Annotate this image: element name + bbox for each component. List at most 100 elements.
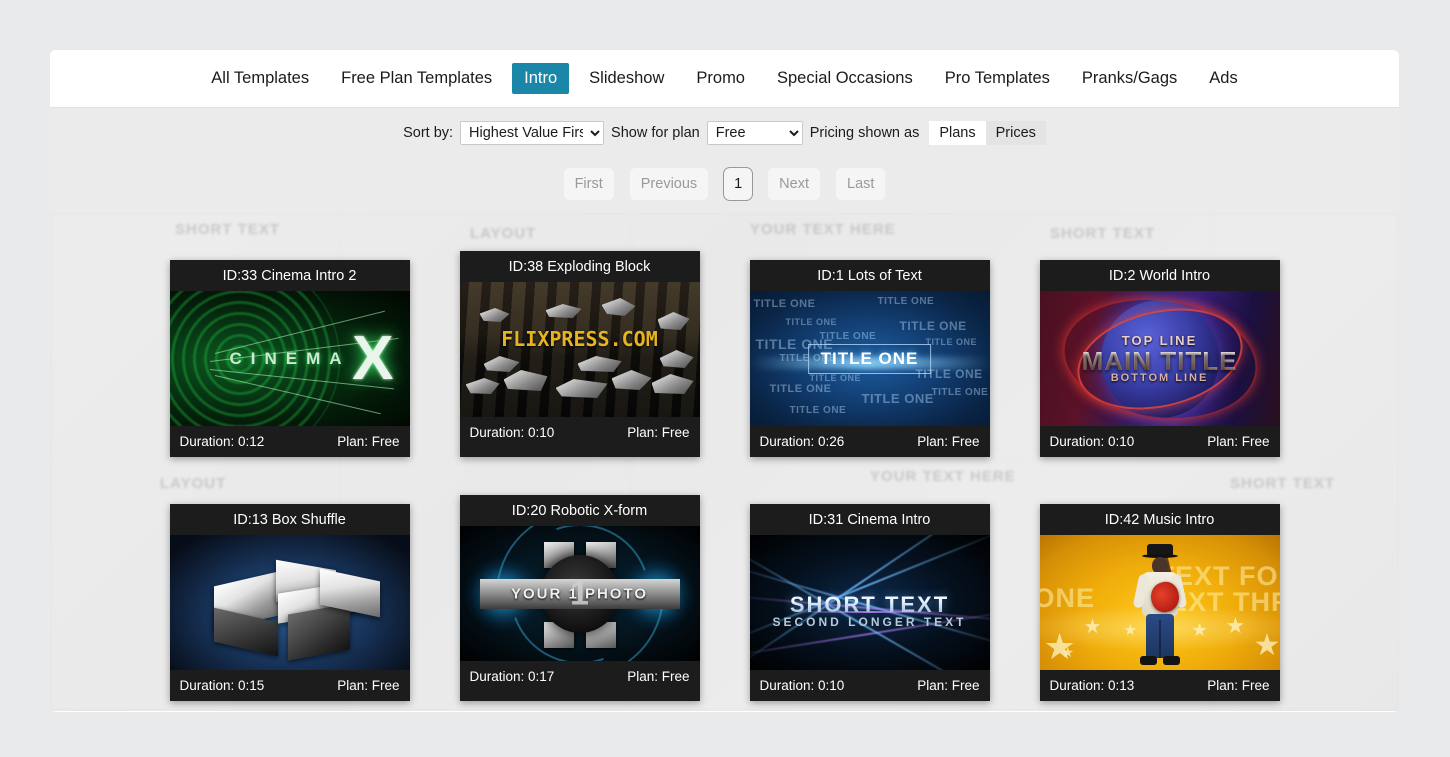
- thumb-text: ONE: [1039, 583, 1096, 613]
- template-card[interactable]: ID:13 Box Shuffle Duration: 0:15 Plan: F…: [169, 504, 410, 701]
- thumb-text: X: [352, 323, 394, 393]
- template-card-footer: Duration: 0:26 Plan: Free: [749, 426, 990, 457]
- thumb-text: TITLE ONE: [899, 319, 967, 333]
- template-duration: Duration: 0:13: [1049, 678, 1135, 693]
- pagination-last-button[interactable]: Last: [835, 167, 887, 201]
- show-for-plan-label: Show for plan: [611, 124, 700, 141]
- nav-item-all-templates[interactable]: All Templates: [199, 63, 321, 95]
- template-duration: Duration: 0:26: [759, 434, 845, 449]
- templates-panel: All Templates Free Plan Templates Intro …: [50, 50, 1399, 712]
- template-card-title: ID:33 Cinema Intro 2: [169, 260, 410, 291]
- thumb-text: TITLE ONE: [861, 391, 934, 406]
- template-results-area: SHORT TEXT LAYOUT YOUR TEXT HERE SHORT T…: [50, 213, 1399, 711]
- template-card-footer: Duration: 0:10 Plan: Free: [749, 670, 990, 701]
- thumb-text: TITLE ONE: [931, 387, 989, 398]
- thumb-text: TITLE ONE: [785, 317, 837, 327]
- template-plan: Plan: Free: [917, 678, 980, 693]
- sort-by-select[interactable]: Highest Value First: [460, 120, 605, 145]
- sort-by-label: Sort by:: [403, 124, 454, 141]
- pricing-plans-button[interactable]: Plans: [929, 120, 986, 145]
- template-card-title: ID:20 Robotic X-form: [459, 495, 700, 526]
- thumb-text: TITLE ONE: [769, 383, 832, 395]
- thumb-text: CINEMA: [229, 348, 351, 368]
- star-icon: ★: [1225, 613, 1246, 638]
- nav-item-ads[interactable]: Ads: [1197, 63, 1249, 95]
- template-card-footer: Duration: 0:12 Plan: Free: [169, 426, 410, 457]
- template-card-title: ID:42 Music Intro: [1039, 504, 1280, 535]
- template-card-footer: Duration: 0:10 Plan: Free: [459, 417, 700, 448]
- filter-controls-bar: Sort by: Highest Value First Show for pl…: [50, 107, 1399, 213]
- template-thumbnail[interactable]: FLIXPRESS.COM: [459, 282, 700, 417]
- template-duration: Duration: 0:17: [469, 669, 555, 684]
- template-duration: Duration: 0:10: [469, 425, 555, 440]
- template-card[interactable]: ID:1 Lots of Text TITLE ONE TITLE ONE TI…: [749, 260, 990, 457]
- template-card[interactable]: ID:33 Cinema Intro 2 CINEMA X Duration: …: [169, 260, 410, 457]
- template-card-title: ID:2 World Intro: [1039, 260, 1280, 291]
- pricing-shown-as-label: Pricing shown as: [809, 124, 920, 141]
- template-plan: Plan: Free: [917, 434, 980, 449]
- template-card[interactable]: ID:20 Robotic X-form 1 YOUR 1 PHOTO Dura…: [459, 495, 700, 701]
- template-duration: Duration: 0:10: [759, 678, 845, 693]
- nav-item-pro-templates[interactable]: Pro Templates: [933, 63, 1062, 95]
- template-plan: Plan: Free: [337, 434, 400, 449]
- star-icon: ★: [1191, 620, 1208, 640]
- nav-item-special-occasions[interactable]: Special Occasions: [765, 63, 925, 95]
- thumb-text: TITLE ONE: [925, 337, 977, 347]
- nav-item-intro[interactable]: Intro: [512, 62, 570, 95]
- template-card-title: ID:1 Lots of Text: [749, 260, 990, 291]
- template-card[interactable]: ID:31 Cinema Intro SHORT TEXT SECOND LON…: [749, 504, 990, 701]
- template-card-footer: Duration: 0:10 Plan: Free: [1039, 426, 1280, 457]
- template-card-footer: Duration: 0:13 Plan: Free: [1039, 670, 1280, 701]
- nav-item-pranks-gags[interactable]: Pranks/Gags: [1070, 63, 1189, 95]
- template-plan: Plan: Free: [627, 669, 690, 684]
- category-nav: All Templates Free Plan Templates Intro …: [50, 50, 1399, 107]
- template-plan: Plan: Free: [1207, 678, 1270, 693]
- thumb-text: TITLE ONE: [789, 405, 847, 416]
- template-thumbnail[interactable]: TITLE ONE TITLE ONE TITLE ONE TITLE ONE …: [749, 291, 990, 426]
- template-grid: ID:33 Cinema Intro 2 CINEMA X Duration: …: [50, 213, 1399, 701]
- thumb-text: TITLE ONE: [809, 373, 861, 383]
- template-thumbnail[interactable]: 1 YOUR 1 PHOTO: [459, 526, 700, 661]
- template-card[interactable]: ID:38 Exploding Block FLIXPRESS.COM Dura…: [459, 251, 700, 457]
- star-icon: ★: [1253, 629, 1280, 662]
- star-icon: ★: [1061, 644, 1075, 660]
- template-duration: Duration: 0:12: [179, 434, 265, 449]
- template-duration: Duration: 0:10: [1049, 434, 1135, 449]
- nav-item-free-plan-templates[interactable]: Free Plan Templates: [329, 63, 504, 95]
- pagination-first-button[interactable]: First: [562, 167, 615, 201]
- template-thumbnail[interactable]: [169, 535, 410, 670]
- thumb-text: FLIXPRESS.COM: [501, 326, 658, 351]
- thumb-text: SECOND LONGER TEXT: [772, 614, 967, 629]
- template-thumbnail[interactable]: ONE TEXT FOUR TEXT THREE ★ ★ ★ ★ ★ ★ ★: [1039, 535, 1280, 670]
- template-thumbnail[interactable]: SHORT TEXT SECOND LONGER TEXT: [749, 535, 990, 670]
- star-icon: ★: [1083, 616, 1102, 638]
- pricing-prices-button[interactable]: Prices: [985, 120, 1046, 145]
- pagination-previous-button[interactable]: Previous: [628, 167, 710, 201]
- show-for-plan-select[interactable]: Free: [706, 120, 803, 145]
- guitarist-figure: [1132, 544, 1187, 666]
- thumb-text: YOUR 1 PHOTO: [510, 585, 649, 602]
- thumb-text: TITLE ONE: [807, 343, 932, 374]
- nav-item-promo[interactable]: Promo: [684, 63, 757, 95]
- pagination: First Previous 1 Next Last: [50, 167, 1399, 201]
- template-card-title: ID:31 Cinema Intro: [749, 504, 990, 535]
- template-card[interactable]: ID:2 World Intro TOP LINE MAIN TITLE BOT…: [1039, 260, 1280, 457]
- template-plan: Plan: Free: [1207, 434, 1270, 449]
- template-thumbnail[interactable]: TOP LINE MAIN TITLE BOTTOM LINE: [1039, 291, 1280, 426]
- template-card-title: ID:13 Box Shuffle: [169, 504, 410, 535]
- thumb-text: BOTTOM LINE: [1110, 372, 1209, 384]
- template-thumbnail[interactable]: CINEMA X: [169, 291, 410, 426]
- pagination-next-button[interactable]: Next: [767, 167, 821, 201]
- thumb-decor: [287, 603, 350, 661]
- template-card-footer: Duration: 0:17 Plan: Free: [459, 661, 700, 692]
- pagination-page-1-button[interactable]: 1: [723, 167, 754, 201]
- template-plan: Plan: Free: [337, 678, 400, 693]
- thumb-text: TITLE ONE: [877, 296, 935, 307]
- template-card-title: ID:38 Exploding Block: [459, 251, 700, 282]
- thumb-text: TITLE ONE: [753, 298, 816, 310]
- template-duration: Duration: 0:15: [179, 678, 265, 693]
- template-card-footer: Duration: 0:15 Plan: Free: [169, 670, 410, 701]
- template-card[interactable]: ID:42 Music Intro ONE TEXT FOUR TEXT THR…: [1039, 504, 1280, 701]
- template-plan: Plan: Free: [627, 425, 690, 440]
- nav-item-slideshow[interactable]: Slideshow: [577, 63, 676, 95]
